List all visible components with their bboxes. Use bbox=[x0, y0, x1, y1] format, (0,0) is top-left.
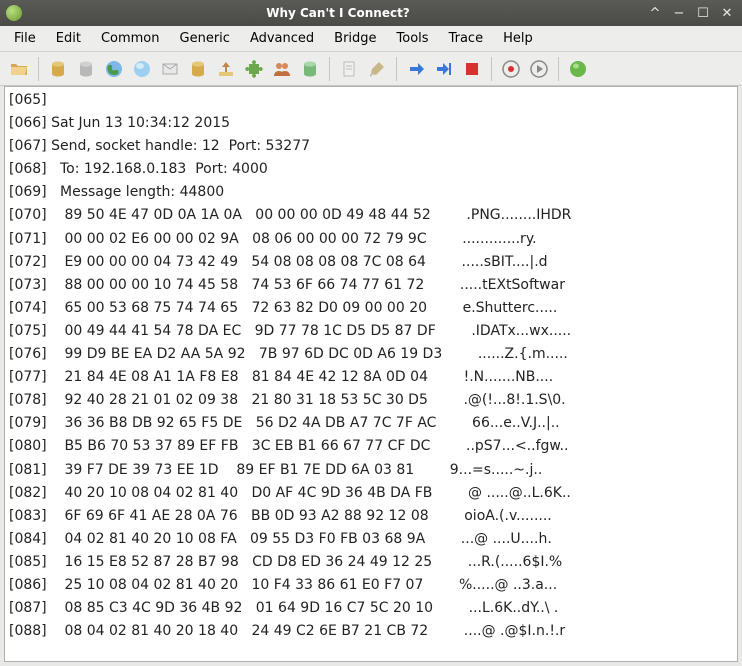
toolbar-separator bbox=[329, 57, 330, 81]
plugin-button[interactable] bbox=[241, 56, 267, 82]
toolbar-separator bbox=[396, 57, 397, 81]
doc-button[interactable] bbox=[336, 56, 362, 82]
app-icon bbox=[6, 5, 22, 21]
users-button[interactable] bbox=[269, 56, 295, 82]
menu-generic[interactable]: Generic bbox=[170, 27, 240, 50]
stop-icon bbox=[462, 59, 482, 79]
mail-button[interactable] bbox=[157, 56, 183, 82]
shade-button[interactable]: ^ bbox=[646, 4, 664, 22]
minimize-button[interactable]: − bbox=[670, 4, 688, 22]
puzzle-icon bbox=[244, 59, 264, 79]
menu-help[interactable]: Help bbox=[493, 27, 543, 50]
db-button-2[interactable] bbox=[73, 56, 99, 82]
document-icon bbox=[339, 59, 359, 79]
db-button-1[interactable] bbox=[45, 56, 71, 82]
arrow-right-icon bbox=[406, 59, 426, 79]
play-button[interactable] bbox=[526, 56, 552, 82]
arrow-right-end-icon bbox=[434, 59, 454, 79]
menu-tools[interactable]: Tools bbox=[387, 27, 439, 50]
menu-common[interactable]: Common bbox=[91, 27, 170, 50]
record-icon bbox=[501, 59, 521, 79]
close-button[interactable]: ✕ bbox=[718, 4, 736, 22]
next-button[interactable] bbox=[403, 56, 429, 82]
users-icon bbox=[272, 59, 292, 79]
db-button-3[interactable] bbox=[185, 56, 211, 82]
toolbar-separator bbox=[491, 57, 492, 81]
menubar: File Edit Common Generic Advanced Bridge… bbox=[0, 26, 742, 52]
log-text: [065] [066] Sat Jun 13 10:34:12 2015 [06… bbox=[5, 87, 737, 645]
db-button-4[interactable] bbox=[297, 56, 323, 82]
globe-button-2[interactable] bbox=[129, 56, 155, 82]
folder-open-icon bbox=[9, 59, 29, 79]
globe-button-1[interactable] bbox=[101, 56, 127, 82]
upload-button[interactable] bbox=[213, 56, 239, 82]
window-controls: ^ − ☐ ✕ bbox=[646, 4, 736, 22]
toolbar-separator bbox=[558, 57, 559, 81]
titlebar: Why Can't I Connect? ^ − ☐ ✕ bbox=[0, 0, 742, 26]
database-alt-icon bbox=[188, 59, 208, 79]
menu-file[interactable]: File bbox=[4, 27, 46, 50]
globe-icon bbox=[104, 59, 124, 79]
toolbar bbox=[0, 52, 742, 86]
window-title: Why Can't I Connect? bbox=[30, 6, 646, 20]
brush-button[interactable] bbox=[364, 56, 390, 82]
brush-icon bbox=[367, 59, 387, 79]
globe-shine-icon bbox=[132, 59, 152, 79]
menu-bridge[interactable]: Bridge bbox=[324, 27, 386, 50]
mail-icon bbox=[160, 59, 180, 79]
status-button[interactable] bbox=[565, 56, 591, 82]
last-button[interactable] bbox=[431, 56, 457, 82]
database-grey-icon bbox=[76, 59, 96, 79]
database-green-icon bbox=[300, 59, 320, 79]
record-button[interactable] bbox=[498, 56, 524, 82]
play-circle-icon bbox=[529, 59, 549, 79]
status-green-icon bbox=[568, 59, 588, 79]
open-button[interactable] bbox=[6, 56, 32, 82]
database-icon bbox=[48, 59, 68, 79]
log-viewer[interactable]: [065] [066] Sat Jun 13 10:34:12 2015 [06… bbox=[4, 86, 738, 662]
menu-advanced[interactable]: Advanced bbox=[240, 27, 324, 50]
stop-button[interactable] bbox=[459, 56, 485, 82]
upload-icon bbox=[216, 59, 236, 79]
toolbar-separator bbox=[38, 57, 39, 81]
menu-edit[interactable]: Edit bbox=[46, 27, 91, 50]
maximize-button[interactable]: ☐ bbox=[694, 4, 712, 22]
menu-trace[interactable]: Trace bbox=[439, 27, 494, 50]
